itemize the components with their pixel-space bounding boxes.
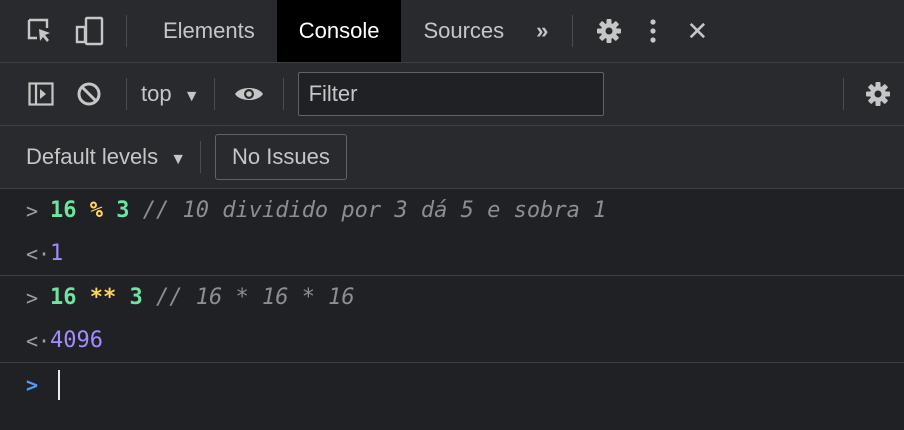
filter-placeholder: Filter: [308, 81, 358, 106]
expression: 16 % 3 // 10 dividido por 3 dá 5 e sobra…: [50, 198, 606, 223]
live-expression-eye-icon[interactable]: [229, 63, 269, 125]
filter-input[interactable]: Filter: [297, 72, 604, 116]
result-arrow-icon: <·: [26, 328, 51, 353]
code-comment: // 16 * 16 * 16: [156, 285, 355, 310]
result-arrow-icon: <·: [26, 241, 51, 266]
input-chevron-icon: >: [26, 285, 39, 310]
context-selector[interactable]: top ▼: [141, 81, 200, 107]
result-value: 4096: [50, 328, 103, 353]
operand: 16: [50, 198, 77, 223]
console-messages: > 16 % 3 // 10 dividido por 3 dá 5 e sob…: [0, 189, 904, 406]
active-prompt-chevron-icon: >: [26, 372, 39, 397]
context-selector-label: top: [141, 81, 172, 106]
tab-elements[interactable]: Elements: [141, 0, 277, 62]
dropdown-arrow-icon: ▼: [183, 88, 200, 105]
levels-bar: Default levels ▼ No Issues: [0, 126, 904, 189]
issues-button[interactable]: No Issues: [215, 134, 347, 180]
tab-sources[interactable]: Sources: [401, 0, 526, 62]
expression: 16 ** 3 // 16 * 16 * 16: [50, 285, 355, 310]
console-input-line: > 16 ** 3 // 16 * 16 * 16: [0, 275, 904, 319]
close-icon[interactable]: ✕: [675, 0, 719, 62]
divider: [572, 15, 574, 47]
divider: [282, 78, 284, 110]
console-result-line: <· 4096: [0, 319, 904, 362]
console-toolbar: top ▼ Filter: [0, 63, 904, 126]
more-tabs-button[interactable]: »: [526, 0, 558, 62]
operator: **: [89, 285, 117, 310]
log-levels-label: Default levels: [26, 144, 159, 169]
divider: [213, 78, 215, 110]
text-caret: [58, 369, 60, 400]
divider: [200, 141, 202, 173]
divider: [126, 15, 127, 47]
divider: [843, 78, 844, 110]
dropdown-arrow-icon: ▼: [170, 151, 187, 168]
kebab-menu-icon[interactable]: [631, 0, 675, 62]
devtools-tab-bar: Elements Console Sources » ✕: [0, 0, 904, 63]
console-result-line: <· 1: [0, 232, 904, 275]
operand: 16: [50, 285, 77, 310]
sidebar-toggle-icon[interactable]: [16, 63, 66, 125]
console-settings-gear-icon[interactable]: [858, 63, 898, 125]
input-chevron-icon: >: [26, 198, 39, 223]
operand: 3: [129, 285, 143, 310]
console-prompt[interactable]: >: [0, 362, 904, 406]
console-input-line: > 16 % 3 // 10 dividido por 3 dá 5 e sob…: [0, 189, 904, 232]
clear-console-icon[interactable]: [66, 63, 112, 125]
tab-console[interactable]: Console: [276, 0, 402, 62]
operator: %: [89, 198, 103, 223]
device-toolbar-icon[interactable]: [66, 0, 112, 62]
result-value: 1: [50, 241, 64, 266]
operand: 3: [116, 198, 130, 223]
divider: [126, 78, 127, 110]
code-comment: // 10 dividido por 3 dá 5 e sobra 1: [142, 198, 607, 223]
inspect-element-icon[interactable]: [14, 0, 66, 62]
settings-gear-icon[interactable]: [587, 0, 631, 62]
log-levels-dropdown[interactable]: Default levels ▼: [26, 144, 186, 170]
